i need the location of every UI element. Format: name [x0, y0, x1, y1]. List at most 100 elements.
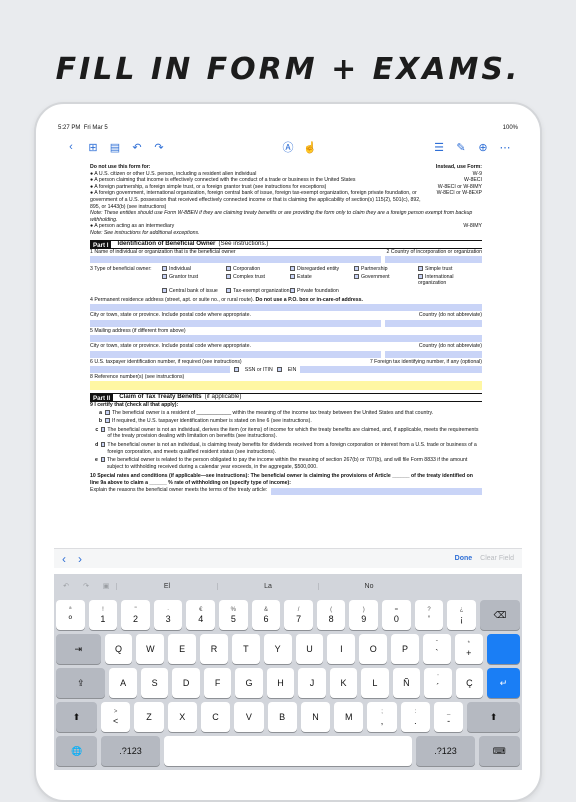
key[interactable]: > < — [101, 702, 131, 732]
type-checkbox[interactable] — [354, 273, 359, 279]
suggestion-2[interactable]: La — [217, 582, 318, 590]
type-checkbox[interactable] — [226, 273, 231, 279]
delete-key[interactable]: ⌫ — [479, 600, 520, 630]
kbd-undo-icon[interactable]: ↶ — [56, 582, 76, 590]
type-checkbox[interactable] — [162, 273, 167, 279]
hide-keyboard-key[interactable]: ⌨ — [478, 736, 521, 766]
type-checkbox[interactable] — [290, 266, 295, 272]
key[interactable]: E — [168, 634, 197, 664]
type-option[interactable]: Individual — [162, 266, 226, 273]
type-checkbox[interactable] — [418, 273, 423, 279]
type-checkbox[interactable] — [162, 288, 167, 294]
done-button[interactable]: Done — [455, 555, 473, 562]
key[interactable]: _ - — [433, 702, 464, 732]
key[interactable]: :. — [400, 702, 430, 732]
globe-key[interactable]: 🌐 — [56, 736, 98, 766]
list-icon[interactable]: ☰ — [428, 141, 450, 154]
key[interactable]: A — [109, 668, 137, 698]
key[interactable]: ) 9 — [349, 600, 379, 630]
certify-checkbox[interactable] — [105, 409, 110, 415]
more-icon[interactable]: ⋯ — [494, 141, 516, 154]
explain-field[interactable] — [271, 487, 482, 495]
redo-icon[interactable]: ↷ — [148, 141, 170, 154]
type-checkbox[interactable] — [226, 288, 231, 294]
type-checkbox[interactable] — [226, 266, 231, 272]
grid-icon[interactable]: ⊞ — [82, 141, 104, 154]
key[interactable]: U — [295, 634, 324, 664]
next-field-icon[interactable]: › — [78, 552, 94, 566]
type-checkbox[interactable] — [162, 266, 167, 272]
type-option[interactable]: Partnership — [354, 266, 418, 273]
caps-lock-key[interactable]: ⇪ — [56, 668, 106, 698]
hand-icon[interactable]: ☝ — [299, 141, 321, 154]
reference-field[interactable] — [90, 381, 482, 391]
type-option[interactable]: Disregarded entity — [290, 266, 354, 273]
type-checkbox[interactable] — [290, 288, 295, 294]
key[interactable]: ? ' — [414, 600, 444, 630]
certify-checkbox[interactable] — [105, 418, 110, 424]
mailing-field[interactable] — [90, 335, 482, 343]
key[interactable]: G — [235, 668, 263, 698]
key[interactable]: Q — [104, 634, 133, 664]
key[interactable]: R — [200, 634, 228, 664]
type-option[interactable]: International organization — [418, 274, 482, 287]
prev-field-icon[interactable]: ‹ — [62, 552, 78, 566]
shift-key-left[interactable]: ⬆ — [56, 702, 98, 732]
key[interactable]: ¿ ¡ — [447, 600, 476, 630]
return-key[interactable]: ↵ — [487, 668, 521, 698]
back-icon[interactable]: ‹ — [60, 141, 82, 153]
key[interactable]: ! 1 — [88, 600, 118, 630]
key[interactable]: Z — [134, 702, 164, 732]
type-option[interactable]: Government — [354, 274, 418, 287]
type-checkbox[interactable] — [354, 266, 359, 272]
key[interactable]: = 0 — [382, 600, 411, 630]
key[interactable]: ˆ ` — [422, 634, 451, 664]
mailing-city-field[interactable] — [90, 350, 381, 358]
certify-checkbox[interactable] — [101, 426, 106, 432]
kbd-redo-icon[interactable]: ↷ — [76, 582, 96, 590]
suggestion-3[interactable]: No — [318, 582, 419, 590]
document-icon[interactable]: ▤ — [104, 141, 126, 154]
annotate-icon[interactable]: Ⓐ — [277, 139, 299, 155]
type-option[interactable]: Tax-exempt organization — [226, 288, 290, 295]
ein-checkbox[interactable] — [276, 367, 282, 373]
key[interactable]: ªº — [56, 600, 85, 630]
ssn-checkbox[interactable] — [233, 367, 239, 373]
country-field-2[interactable] — [385, 319, 482, 327]
type-option[interactable]: Corporation — [226, 266, 290, 273]
numbers-key-right[interactable]: .?123 — [416, 736, 475, 766]
key[interactable]: I — [327, 634, 356, 664]
add-icon[interactable]: ⊕ — [472, 141, 494, 154]
clear-field-button[interactable]: Clear Field — [480, 555, 514, 562]
key[interactable]: W — [136, 634, 165, 664]
type-option[interactable]: Estate — [290, 274, 354, 287]
key[interactable]: Y — [263, 634, 292, 664]
type-option[interactable]: Private foundation — [290, 288, 354, 295]
key[interactable]: €4 — [186, 600, 216, 630]
key[interactable]: · 3 — [153, 600, 183, 630]
key[interactable]: C — [200, 702, 231, 732]
tab-key[interactable]: ⇥ — [56, 634, 101, 664]
pencil-icon[interactable]: ✎ — [450, 141, 472, 154]
key[interactable]: ;, — [367, 702, 397, 732]
certify-checkbox[interactable] — [100, 457, 105, 463]
key[interactable]: N — [300, 702, 331, 732]
key[interactable]: P — [391, 634, 419, 664]
space-bar[interactable] — [163, 736, 413, 766]
clipboard-icon[interactable]: ▣ — [96, 582, 116, 590]
shift-key-right[interactable]: ⬆ — [467, 702, 521, 732]
tin-field[interactable] — [90, 366, 230, 374]
key[interactable]: M — [334, 702, 364, 732]
key[interactable]: D — [172, 668, 200, 698]
undo-icon[interactable]: ↶ — [126, 141, 148, 154]
name-field[interactable] — [90, 256, 381, 264]
key[interactable]: ¨ ´ — [424, 668, 452, 698]
key[interactable]: X — [167, 702, 197, 732]
type-option[interactable]: Complex trust — [226, 274, 290, 287]
key[interactable]: F — [203, 668, 232, 698]
key[interactable]: & 6 — [251, 600, 281, 630]
key[interactable]: Ñ — [392, 668, 421, 698]
country-field[interactable] — [385, 256, 482, 264]
key[interactable]: H — [266, 668, 295, 698]
key[interactable]: O — [359, 634, 388, 664]
